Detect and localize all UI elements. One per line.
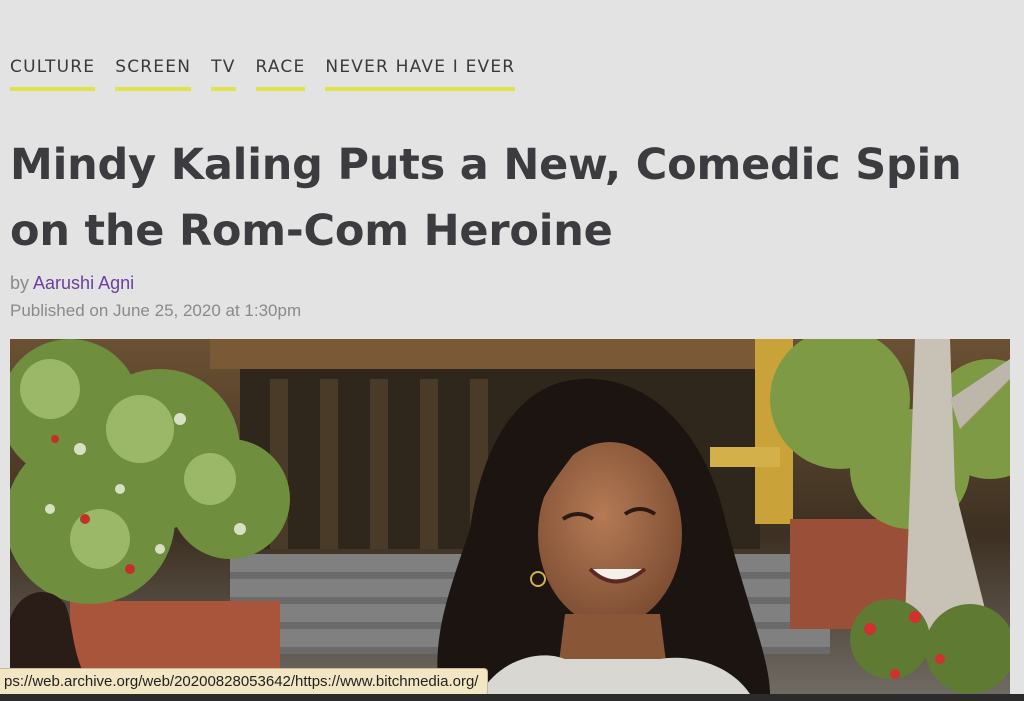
byline-prefix: by <box>10 273 30 293</box>
tag-screen[interactable]: SCREEN <box>115 56 192 91</box>
article-title: Mindy Kaling Puts a New, Comedic Spin on… <box>10 140 962 256</box>
window-bottom-edge <box>0 694 1024 701</box>
author-link[interactable]: Aarushi Agni <box>33 273 134 293</box>
tag-race[interactable]: RACE <box>255 56 306 91</box>
tag-culture[interactable]: CULTURE <box>10 56 96 91</box>
tag-list: CULTURE SCREEN TV RACE NEVER HAVE I EVER <box>10 56 516 91</box>
status-bar-url: ps://web.archive.org/web/20200828053642/… <box>0 668 489 696</box>
tag-tv[interactable]: TV <box>211 56 236 91</box>
tag-never-have-i-ever[interactable]: NEVER HAVE I EVER <box>325 56 516 91</box>
byline: by Aarushi Agni <box>10 273 134 294</box>
article-page: CULTURE SCREEN TV RACE NEVER HAVE I EVER… <box>0 0 1024 701</box>
published-date: Published on June 25, 2020 at 1:30pm <box>10 301 302 320</box>
hero-image <box>10 339 1010 694</box>
